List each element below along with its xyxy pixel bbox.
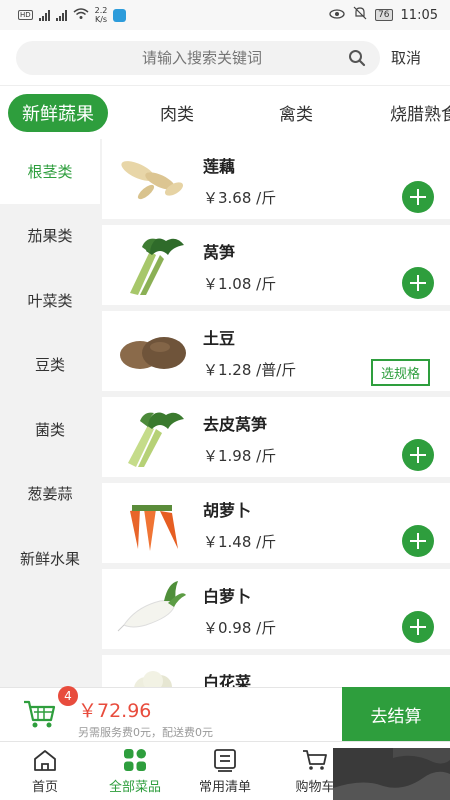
lettuce-stem-image: [130, 238, 184, 295]
cart-outline-icon: [303, 750, 327, 770]
tab-poultry[interactable]: 禽类: [279, 100, 313, 125]
nav-cart-label: 购物车: [295, 780, 335, 795]
floating-preview-overlay[interactable]: [333, 748, 450, 800]
add-to-cart-button[interactable]: [402, 267, 434, 299]
product-price: ￥0.98 /斤: [203, 619, 277, 637]
sidebar-item-leafy[interactable]: 叶菜类: [0, 268, 100, 333]
sidebar-item-onion-ginger-garlic[interactable]: 葱姜蒜: [0, 462, 100, 527]
product-price: ￥1.98 /斤: [203, 447, 277, 465]
add-to-cart-button[interactable]: [402, 525, 434, 557]
product-name: 白萝卜: [203, 587, 252, 606]
status-right: 76 11:05: [329, 6, 438, 24]
nav-common-list[interactable]: 常用清单: [183, 748, 267, 795]
mute-bell-icon: [353, 6, 367, 24]
search-bar: 取消: [0, 30, 450, 85]
add-to-cart-button[interactable]: [402, 611, 434, 643]
product-list: 莲藕 ￥3.68 /斤 莴笋 ￥1.08 /斤 土豆 ￥1.28 /普/斤 选规…: [102, 139, 450, 687]
checkout-button[interactable]: 去结算: [342, 687, 450, 742]
nav-home[interactable]: 首页: [3, 748, 87, 795]
search-box[interactable]: [16, 40, 380, 75]
add-to-cart-button[interactable]: [402, 181, 434, 213]
potato-image: [120, 337, 186, 369]
category-tabs: 新鲜蔬果 肉类 禽类 烧腊熟食: [0, 85, 450, 139]
home-icon: [34, 750, 56, 771]
product-name: 白花菜: [203, 673, 252, 687]
product-price: ￥3.68 /斤: [203, 189, 277, 207]
clock: 11:05: [400, 7, 438, 23]
product-card[interactable]: 胡萝卜 ￥1.48 /斤: [102, 483, 450, 563]
cart-icon[interactable]: [22, 698, 56, 730]
subcategory-sidebar: 根茎类 茄果类 叶菜类 豆类 菌类 葱姜蒜 新鲜水果: [0, 139, 100, 687]
product-card[interactable]: 莴笋 ￥1.08 /斤: [102, 225, 450, 305]
signal-icon: [38, 9, 50, 21]
nav-all-dishes[interactable]: 全部菜品: [93, 748, 177, 795]
search-icon[interactable]: [348, 49, 366, 67]
product-name: 莴笋: [203, 243, 236, 262]
product-name: 去皮莴笋: [203, 415, 268, 434]
cart-total: ￥72.96: [78, 700, 152, 722]
product-name: 莲藕: [203, 157, 236, 176]
product-price: ￥1.08 /斤: [203, 275, 277, 293]
product-card[interactable]: 土豆 ￥1.28 /普/斤 选规格: [102, 311, 450, 391]
hd-icon: HD: [18, 10, 33, 20]
sidebar-item-root-veg[interactable]: 根茎类: [0, 139, 100, 204]
sidebar-item-beans[interactable]: 豆类: [0, 333, 100, 398]
status-bar: HD 2.2 K/s 76 11:05: [0, 0, 450, 30]
product-name: 胡萝卜: [203, 501, 252, 520]
tab-roast[interactable]: 烧腊熟食: [390, 100, 450, 125]
nav-common-list-label: 常用清单: [198, 780, 251, 795]
battery-icon: 76: [375, 9, 393, 21]
lotus-root-image: [121, 161, 184, 200]
fee-note: 另需服务费0元，配送费0元: [78, 726, 213, 739]
sidebar-item-fruit[interactable]: 新鲜水果: [0, 526, 100, 591]
peeled-lettuce-stem-image: [128, 412, 184, 467]
list-icon: [214, 749, 236, 772]
sidebar-item-fruit-veg[interactable]: 茄果类: [0, 204, 100, 269]
carrot-image: [130, 505, 178, 551]
sidebar-item-mushroom[interactable]: 菌类: [0, 397, 100, 462]
white-radish-image: [117, 581, 186, 632]
cart-bar: 4 ￥72.96 另需服务费0元，配送费0元 去结算: [0, 686, 450, 742]
signal-icon-2: [55, 9, 67, 21]
nav-home-label: 首页: [31, 780, 58, 795]
product-card[interactable]: 白花菜: [102, 655, 450, 687]
product-card[interactable]: 去皮莴笋 ￥1.98 /斤: [102, 397, 450, 477]
select-spec-button[interactable]: 选规格: [370, 359, 430, 386]
cart-count-badge: 4: [58, 686, 78, 706]
status-left: HD 2.2 K/s: [18, 6, 127, 24]
preview-image: [333, 748, 450, 800]
grid-icon: [124, 749, 146, 771]
wifi-icon: [73, 7, 89, 23]
eye-icon: [329, 8, 345, 23]
net-speed: 2.2 K/s: [94, 6, 108, 24]
product-card[interactable]: 白萝卜 ￥0.98 /斤: [102, 569, 450, 649]
cancel-button[interactable]: 取消: [391, 47, 421, 68]
product-price: ￥1.48 /斤: [203, 533, 277, 551]
cauliflower-image: [134, 671, 172, 687]
search-input[interactable]: [16, 48, 348, 67]
product-card[interactable]: 莲藕 ￥3.68 /斤: [102, 139, 450, 219]
tab-fresh-produce[interactable]: 新鲜蔬果: [8, 93, 108, 132]
product-name: 土豆: [203, 329, 236, 348]
product-price: ￥1.28 /普/斤: [203, 361, 297, 379]
nav-all-dishes-label: 全部菜品: [108, 780, 161, 795]
tab-meat[interactable]: 肉类: [160, 100, 194, 125]
app-notification-icon: [113, 8, 127, 22]
add-to-cart-button[interactable]: [402, 439, 434, 471]
